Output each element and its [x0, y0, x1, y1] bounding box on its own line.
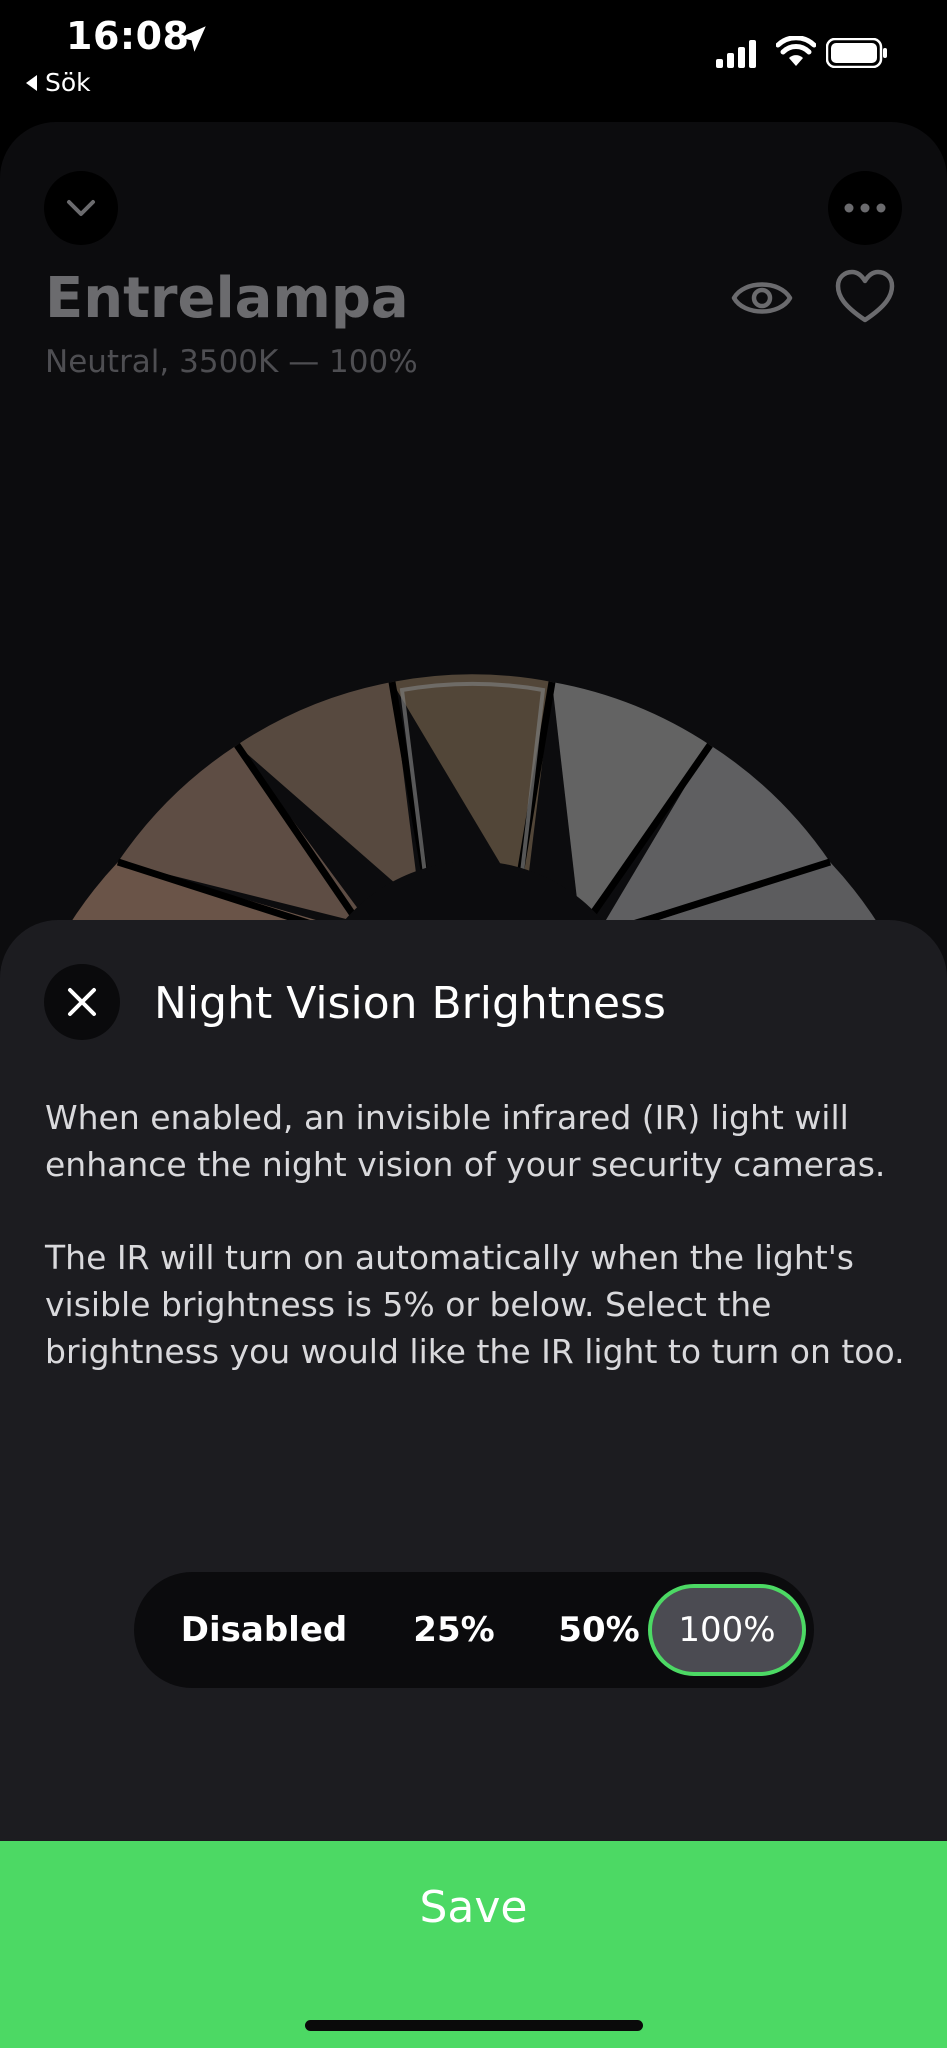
save-button[interactable] [0, 1841, 947, 2048]
close-icon [68, 988, 96, 1016]
more-options-button[interactable] [828, 171, 902, 245]
back-link-label: Sök [45, 68, 91, 97]
cellular-signal-icon [716, 40, 756, 68]
location-arrow-icon [180, 26, 206, 52]
option-100-selected[interactable]: 100% [648, 1584, 806, 1676]
more-dots-icon [844, 203, 886, 213]
clock: 16:08 [66, 14, 190, 58]
eye-icon[interactable] [730, 270, 794, 326]
color-temperature-wheel[interactable] [0, 640, 947, 940]
chevron-down-icon [67, 200, 95, 216]
back-triangle-icon [26, 74, 37, 91]
option-25[interactable]: 25% [379, 1580, 529, 1680]
wifi-icon [776, 36, 816, 66]
description-paragraph: When enabled, an invisible infrared (IR)… [45, 1098, 886, 1184]
description-paragraph: The IR will turn on automatically when t… [45, 1238, 905, 1371]
collapse-button[interactable] [44, 171, 118, 245]
back-to-search-link[interactable]: Sök [26, 68, 91, 97]
brightness-segmented-control: Disabled 25% 50% 100% [134, 1572, 814, 1688]
home-indicator [305, 2020, 643, 2031]
favorite-heart-icon[interactable] [834, 268, 896, 326]
status-bar: 16:08 Sök [0, 0, 947, 100]
battery-icon [826, 38, 887, 68]
close-button[interactable] [44, 964, 120, 1040]
sheet-title: Night Vision Brightness [154, 978, 666, 1029]
save-button-label: Save [419, 1882, 528, 1933]
light-name: Entrelampa [45, 266, 409, 331]
light-status: Neutral, 3500K — 100% [45, 344, 418, 380]
option-disabled[interactable]: Disabled [164, 1580, 364, 1680]
